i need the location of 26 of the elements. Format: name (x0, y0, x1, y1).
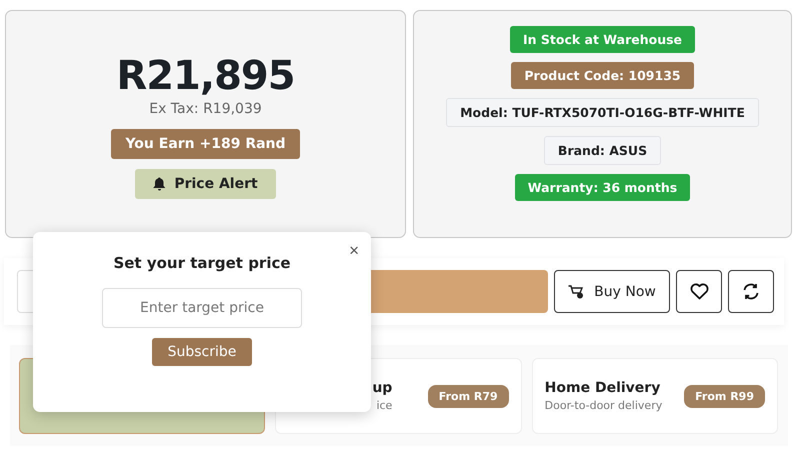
compare-button[interactable] (728, 270, 774, 313)
bell-icon (153, 177, 166, 191)
info-badge: Brand: ASUS (544, 136, 662, 165)
info-badge: Model: TUF-RTX5070TI-O16G-BTF-WHITE (446, 98, 759, 127)
close-button[interactable]: × (347, 242, 361, 260)
delivery-title: Home Delivery (544, 380, 662, 396)
price: R21,895 (116, 53, 295, 99)
reward-badge: You Earn +189 Rand (111, 129, 300, 159)
wishlist-button[interactable] (676, 270, 722, 313)
buy-now-button[interactable]: Buy Now (554, 270, 670, 313)
price-badge: From R79 (428, 384, 509, 408)
status-badge: In Stock at Warehouse (510, 26, 696, 53)
target-price-field[interactable]: Enter target price (102, 288, 302, 328)
delivery-description: Door-to-door delivery (544, 399, 662, 412)
ex-tax-price: Ex Tax: R19,039 (149, 101, 262, 117)
status-badge: Warranty: 36 months (514, 174, 690, 201)
heart-icon (690, 283, 708, 300)
info-badge: Product Code: 109135 (511, 62, 694, 89)
price-badge: From R99 (684, 384, 765, 408)
delivery-description: ice (376, 399, 392, 412)
refresh-icon (742, 283, 760, 300)
delivery-option-card[interactable]: Home Delivery Door-to-door delivery From R99 (532, 358, 778, 434)
subscribe-button[interactable]: Subscribe (152, 338, 252, 366)
delivery-title: up (372, 380, 392, 396)
popup-title: Set your target price (113, 254, 291, 272)
price-alert-button[interactable]: Price Alert (135, 169, 276, 199)
